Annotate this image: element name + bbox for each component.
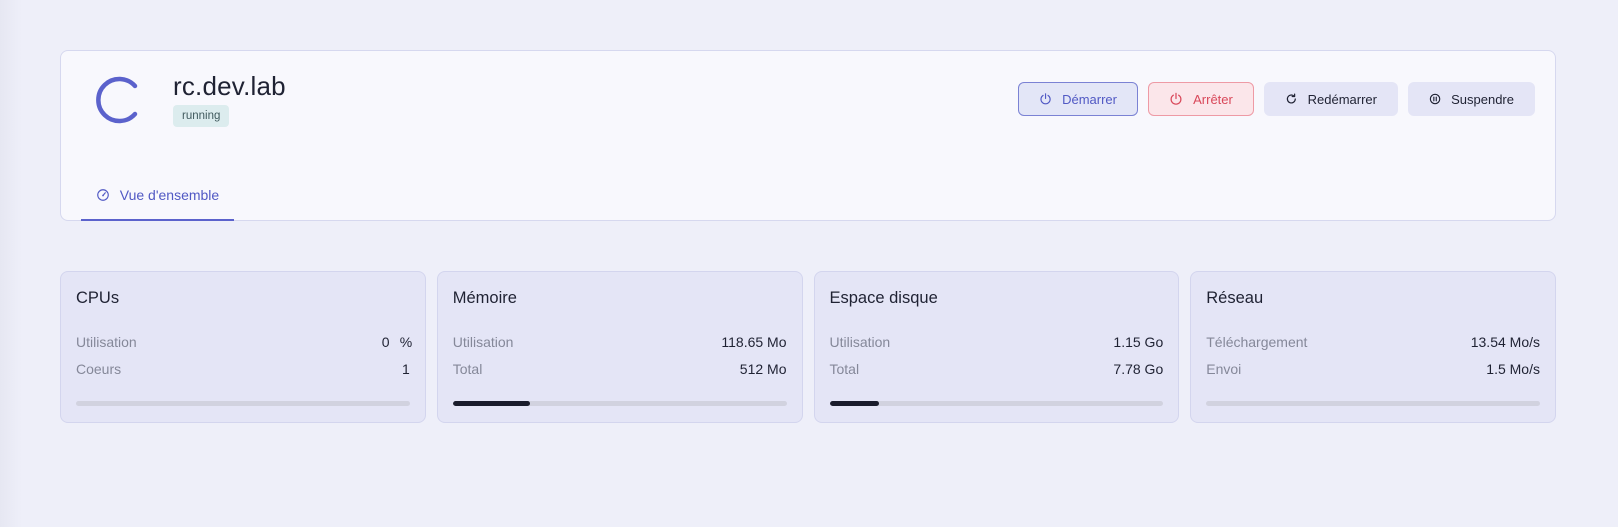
start-button[interactable]: Démarrer [1018, 82, 1138, 116]
metrics-grid: CPUs Utilisation 0 % Coeurs 1 Mémoire Ut… [60, 271, 1556, 423]
host-name: rc.dev.lab [173, 71, 286, 101]
tab-overview[interactable]: Vue d'ensemble [81, 171, 234, 221]
cpu-usage-label: Utilisation [76, 334, 137, 350]
vm-header-card: rc.dev.lab running Démarrer Arrêter Redé… [60, 50, 1556, 221]
cpu-card: CPUs Utilisation 0 % Coeurs 1 [60, 271, 426, 423]
cpu-usage-number: 0 [381, 334, 390, 350]
restart-button[interactable]: Redémarrer [1264, 82, 1398, 116]
tab-overview-label: Vue d'ensemble [119, 187, 220, 203]
memory-card: Mémoire Utilisation 118.65 Mo Total 512 … [436, 271, 803, 423]
action-toolbar: Démarrer Arrêter Redémarrer Suspendre [1018, 82, 1535, 116]
network-download-row: Téléchargement 13.54 Mo/s [1206, 334, 1540, 350]
cpu-cores-row: Coeurs 1 [76, 361, 410, 377]
suspend-button-label: Suspendre [1451, 91, 1514, 107]
network-download-value: 13.54 Mo/s [1470, 334, 1540, 350]
disk-total-label: Total [829, 361, 860, 377]
cpu-usage-row: Utilisation 0 % [76, 334, 413, 350]
cpu-progress-bar [76, 401, 410, 406]
stop-button[interactable]: Arrêter [1148, 82, 1254, 116]
disk-usage-row: Utilisation 1.15 Go [830, 334, 1164, 350]
power-icon [1170, 92, 1182, 105]
disk-total-value: 7.78 Go [1113, 361, 1164, 377]
power-icon [1040, 93, 1051, 105]
gauge-icon [96, 189, 109, 201]
memory-usage-label: Utilisation [452, 334, 514, 350]
loading-spinner-icon [96, 76, 138, 124]
network-card: Réseau Téléchargement 13.54 Mo/s Envoi 1… [1190, 271, 1556, 423]
memory-total-label: Total [452, 361, 483, 377]
suspend-button[interactable]: Suspendre [1408, 82, 1535, 116]
network-upload-row: Envoi 1.5 Mo/s [1206, 361, 1540, 377]
disk-progress-bar [829, 401, 1164, 406]
disk-progress-fill [829, 401, 879, 406]
network-upload-label: Envoi [1206, 361, 1242, 377]
disk-usage-value: 1.15 Go [1113, 334, 1164, 350]
memory-usage-value: 118.65 Mo [721, 334, 787, 350]
cpu-cores-label: Coeurs [76, 361, 122, 377]
refresh-icon [1286, 93, 1296, 104]
network-progress-bar [1206, 401, 1540, 406]
disk-usage-label: Utilisation [829, 334, 891, 350]
disk-card-title: Espace disque [829, 289, 938, 307]
memory-usage-row: Utilisation 118.65 Mo [453, 334, 787, 350]
pause-circle-icon [1429, 93, 1441, 105]
memory-card-title: Mémoire [452, 289, 517, 307]
start-button-label: Démarrer [1062, 91, 1117, 107]
cpu-usage-unit: % [399, 334, 413, 350]
memory-progress-fill [452, 401, 531, 406]
cpu-cores-value: 1 [401, 361, 410, 377]
disk-total-row: Total 7.78 Go [830, 361, 1164, 377]
cpu-usage-value: 0 % [381, 334, 413, 350]
restart-button-label: Redémarrer [1307, 91, 1377, 107]
status-badge: running [173, 105, 230, 127]
memory-total-value: 512 Mo [739, 361, 787, 377]
network-upload-value: 1.5 Mo/s [1486, 361, 1540, 377]
stop-button-label: Arrêter [1193, 91, 1233, 107]
memory-progress-bar [452, 401, 787, 406]
network-card-title: Réseau [1206, 289, 1264, 307]
cpu-card-title: CPUs [76, 289, 120, 307]
disk-card: Espace disque Utilisation 1.15 Go Total … [813, 271, 1180, 423]
memory-total-row: Total 512 Mo [453, 361, 787, 377]
window-edge [0, 0, 22, 527]
network-download-label: Téléchargement [1206, 334, 1308, 350]
